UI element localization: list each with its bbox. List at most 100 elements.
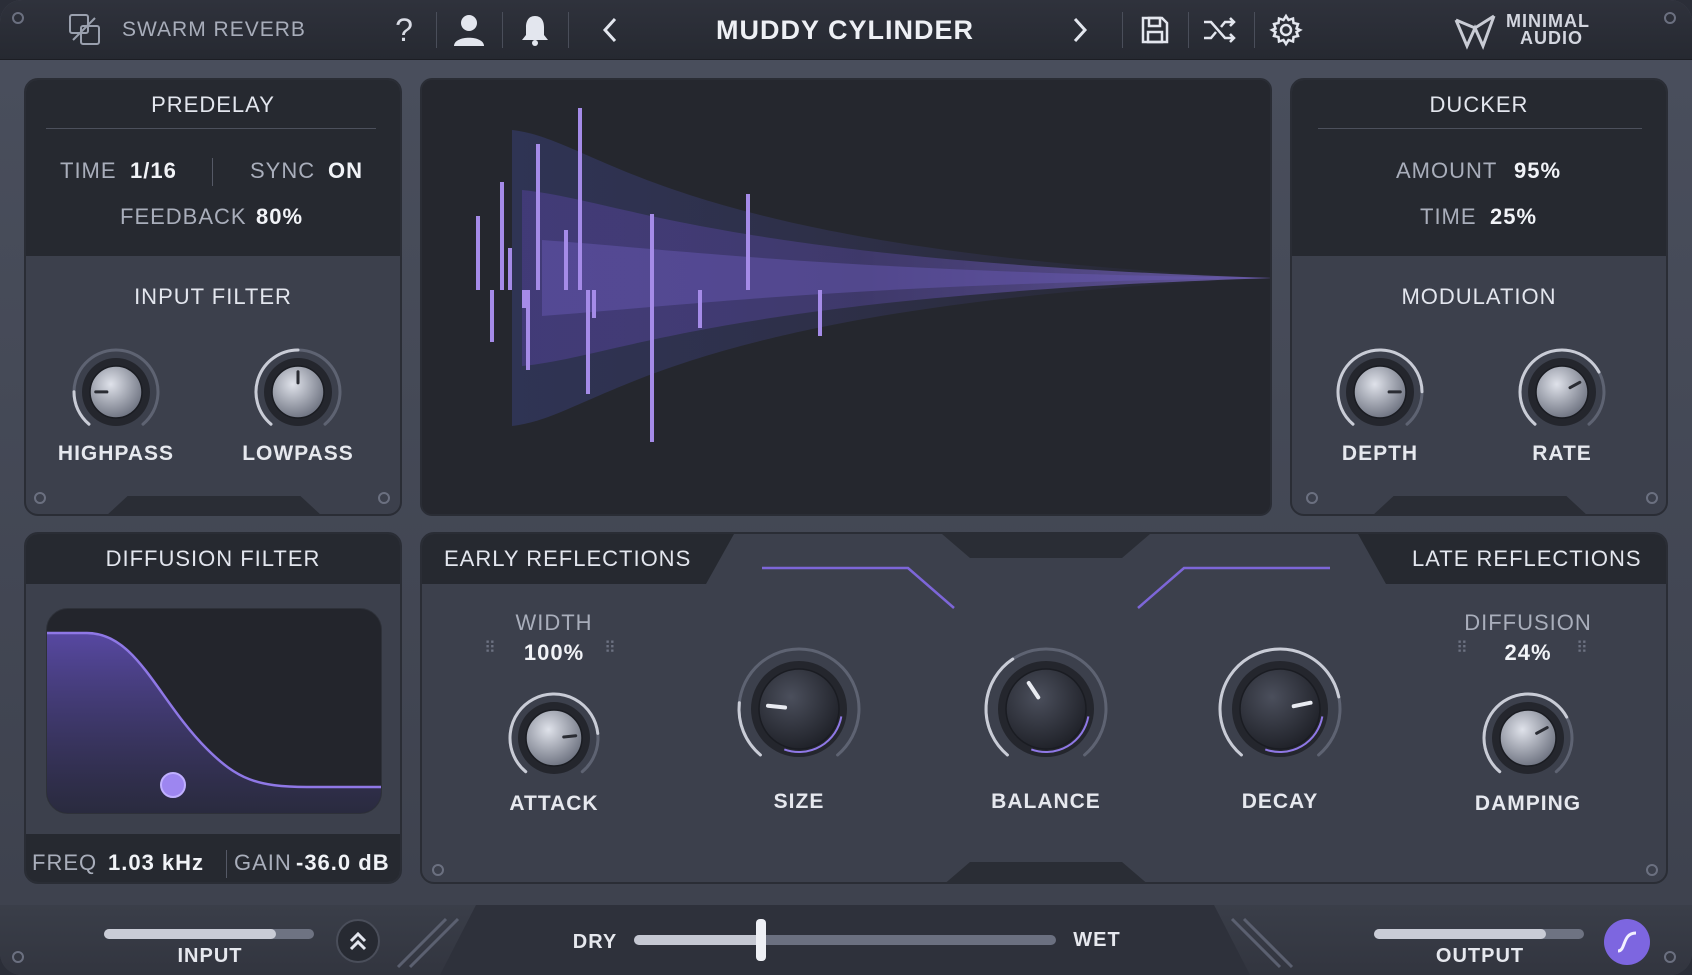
input-label: INPUT [177, 945, 243, 967]
predelay-time-value[interactable]: 1/16 [130, 158, 177, 184]
diffusion-label: DIFFUSION [1464, 610, 1592, 635]
bottom-notch [946, 862, 1146, 882]
freq-label: FREQ [32, 850, 98, 875]
corner-screw [34, 492, 46, 504]
panel-notch [1372, 496, 1588, 514]
toolbar-divider [502, 12, 503, 48]
late-reflections-title: LATE REFLECTIONS [1412, 546, 1642, 571]
ducker-time-value[interactable]: 25% [1490, 204, 1537, 230]
depth-label: DEPTH [1341, 442, 1419, 465]
highpass-knob[interactable] [66, 342, 166, 442]
lowpass-label: LOWPASS [242, 442, 354, 465]
limiter-button[interactable] [1604, 919, 1650, 965]
freq-value[interactable]: 1.03 kHz [108, 850, 204, 876]
decay-knob[interactable] [1215, 644, 1345, 774]
ducker-amount-label: AMOUNT [1396, 158, 1498, 183]
gain-value[interactable]: -36.0 dB [296, 850, 390, 876]
corner-screw [1664, 12, 1676, 24]
ducker-title: DUCKER [1429, 92, 1529, 117]
corner-screw [1646, 492, 1658, 504]
corner-screw [1664, 951, 1676, 963]
dry-wet-slider[interactable] [634, 919, 1056, 961]
filter-curve-display[interactable] [46, 608, 382, 814]
diffusion-value[interactable]: 24% [1494, 640, 1562, 666]
toolbar-divider [1188, 12, 1189, 48]
width-label: WIDTH [515, 610, 593, 635]
brand-logo-icon [1450, 0, 1500, 60]
filter-node-handle[interactable] [160, 772, 186, 798]
balance-label: BALANCE [991, 790, 1101, 813]
input-meter[interactable] [104, 929, 314, 939]
bottom-bar: INPUT DRY WET OUTPUT [0, 905, 1692, 975]
predelay-sync-value[interactable]: ON [328, 158, 363, 184]
drag-handle-left-icon[interactable]: ⠿ [484, 638, 499, 658]
divider [46, 128, 376, 129]
toolbar-divider [1254, 12, 1255, 48]
chevron-right-icon[interactable] [1060, 0, 1100, 60]
damping-knob[interactable] [1476, 686, 1580, 790]
attack-knob[interactable] [502, 686, 606, 790]
knob-pointer [765, 703, 788, 710]
gain-label: GAIN [234, 850, 292, 875]
early-reflections-title: EARLY REFLECTIONS [444, 546, 692, 571]
ducker-amount-value[interactable]: 95% [1514, 158, 1561, 184]
toolbar-divider [1122, 12, 1123, 48]
depth-knob[interactable] [1330, 342, 1430, 442]
filter-curve [47, 631, 381, 813]
divider [212, 158, 213, 186]
panel-notch [106, 496, 322, 514]
reverb-visualizer [420, 78, 1272, 516]
bell-icon[interactable] [514, 0, 556, 60]
knob-cap [1499, 709, 1557, 767]
user-icon[interactable] [448, 0, 490, 60]
plugin-logo-icon [64, 0, 106, 60]
predelay-feedback-label: FEEDBACK [120, 204, 247, 229]
diffusion-filter-panel: DIFFUSION FILTER FREQ 1.03 kHz GAIN -36.… [24, 532, 402, 884]
shuffle-icon[interactable] [1198, 0, 1242, 60]
preset-name[interactable]: MUDDY CYLINDER [640, 0, 1050, 60]
width-value[interactable]: 100% [520, 640, 588, 666]
size-knob[interactable] [734, 644, 864, 774]
toolbar-divider [436, 12, 437, 48]
predelay-feedback-value[interactable]: 80% [256, 204, 303, 230]
corner-screw [12, 951, 24, 963]
balance-knob[interactable] [981, 644, 1111, 774]
early-connector-line [762, 566, 955, 609]
corner-screw [1306, 492, 1318, 504]
output-meter-fill [1374, 929, 1547, 939]
help-icon[interactable]: ? [386, 0, 422, 60]
predelay-title: PREDELAY [151, 92, 275, 117]
rate-knob[interactable] [1512, 342, 1612, 442]
drag-handle-right-icon[interactable]: ⠿ [604, 638, 619, 658]
toolbar-divider [568, 12, 569, 48]
attack-label: ATTACK [509, 792, 599, 815]
drag-handle-left-icon[interactable]: ⠿ [1456, 638, 1471, 658]
dry-wet-handle[interactable] [755, 919, 766, 961]
corner-screw [12, 12, 24, 24]
chevron-left-icon[interactable] [590, 0, 630, 60]
output-meter[interactable] [1374, 929, 1584, 939]
size-label: SIZE [773, 790, 825, 813]
dry-label: DRY [572, 931, 618, 953]
brand-line-2: AUDIO [1520, 28, 1583, 48]
save-icon[interactable] [1134, 0, 1176, 60]
collapse-button[interactable] [336, 919, 380, 963]
knob-cap [1535, 365, 1589, 419]
drag-handle-right-icon[interactable]: ⠿ [1576, 638, 1591, 658]
knob-cap [758, 668, 840, 750]
corner-screw [378, 492, 390, 504]
gear-icon[interactable] [1264, 0, 1308, 60]
wet-label: WET [1073, 929, 1121, 951]
lowpass-knob[interactable] [248, 342, 348, 442]
top-notch [942, 534, 1150, 558]
knob-pointer [562, 734, 578, 739]
plugin-window: SWARM REVERB ? MUDDY CYLINDER MINIMAL AU… [0, 0, 1692, 975]
plugin-name: SWARM REVERB [122, 18, 306, 41]
reflections-display [476, 108, 1270, 442]
top-bar: SWARM REVERB ? MUDDY CYLINDER MINIMAL AU… [0, 0, 1692, 60]
modulation-title: MODULATION [1401, 284, 1557, 309]
diffusion-filter-title: DIFFUSION FILTER [105, 546, 321, 571]
corner-screw [432, 864, 444, 876]
dry-wet-fill [634, 935, 761, 945]
corner-screw [1646, 864, 1658, 876]
